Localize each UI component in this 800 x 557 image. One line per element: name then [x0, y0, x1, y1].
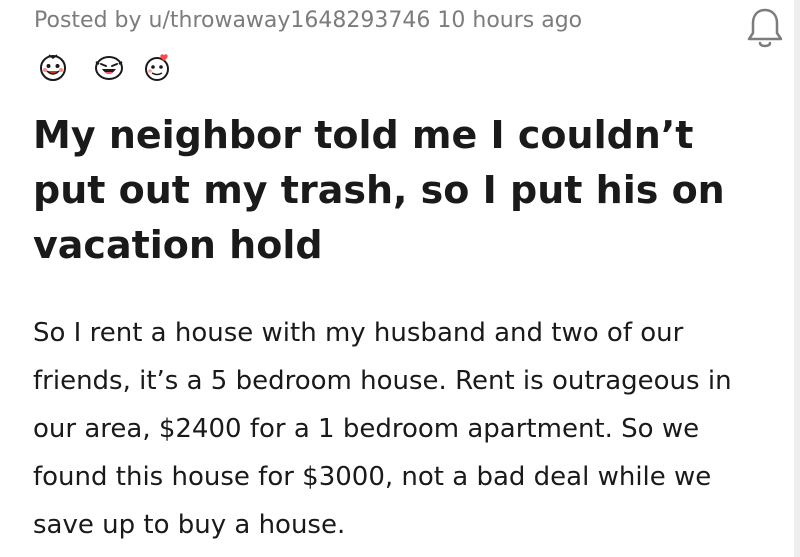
- wholesome-award-icon[interactable]: [38, 52, 68, 82]
- post-time: 10 hours ago: [437, 8, 583, 33]
- post-meta: Posted by u/throwaway1648293746 10 hours…: [34, 8, 582, 33]
- author-link[interactable]: u/throwaway1648293746: [149, 8, 431, 33]
- laughing-face-award-icon[interactable]: [93, 52, 123, 82]
- post-title[interactable]: My neighbor told me I couldn’t put out m…: [33, 108, 773, 273]
- bell-icon[interactable]: [745, 5, 785, 51]
- heartwarming-award-icon[interactable]: [141, 52, 171, 82]
- posted-by-label: Posted by: [34, 8, 142, 33]
- post-container: Posted by u/throwaway1648293746 10 hours…: [0, 0, 800, 557]
- scrollbar-track[interactable]: [794, 0, 800, 557]
- post-body: So I rent a house with my husband and tw…: [33, 318, 732, 540]
